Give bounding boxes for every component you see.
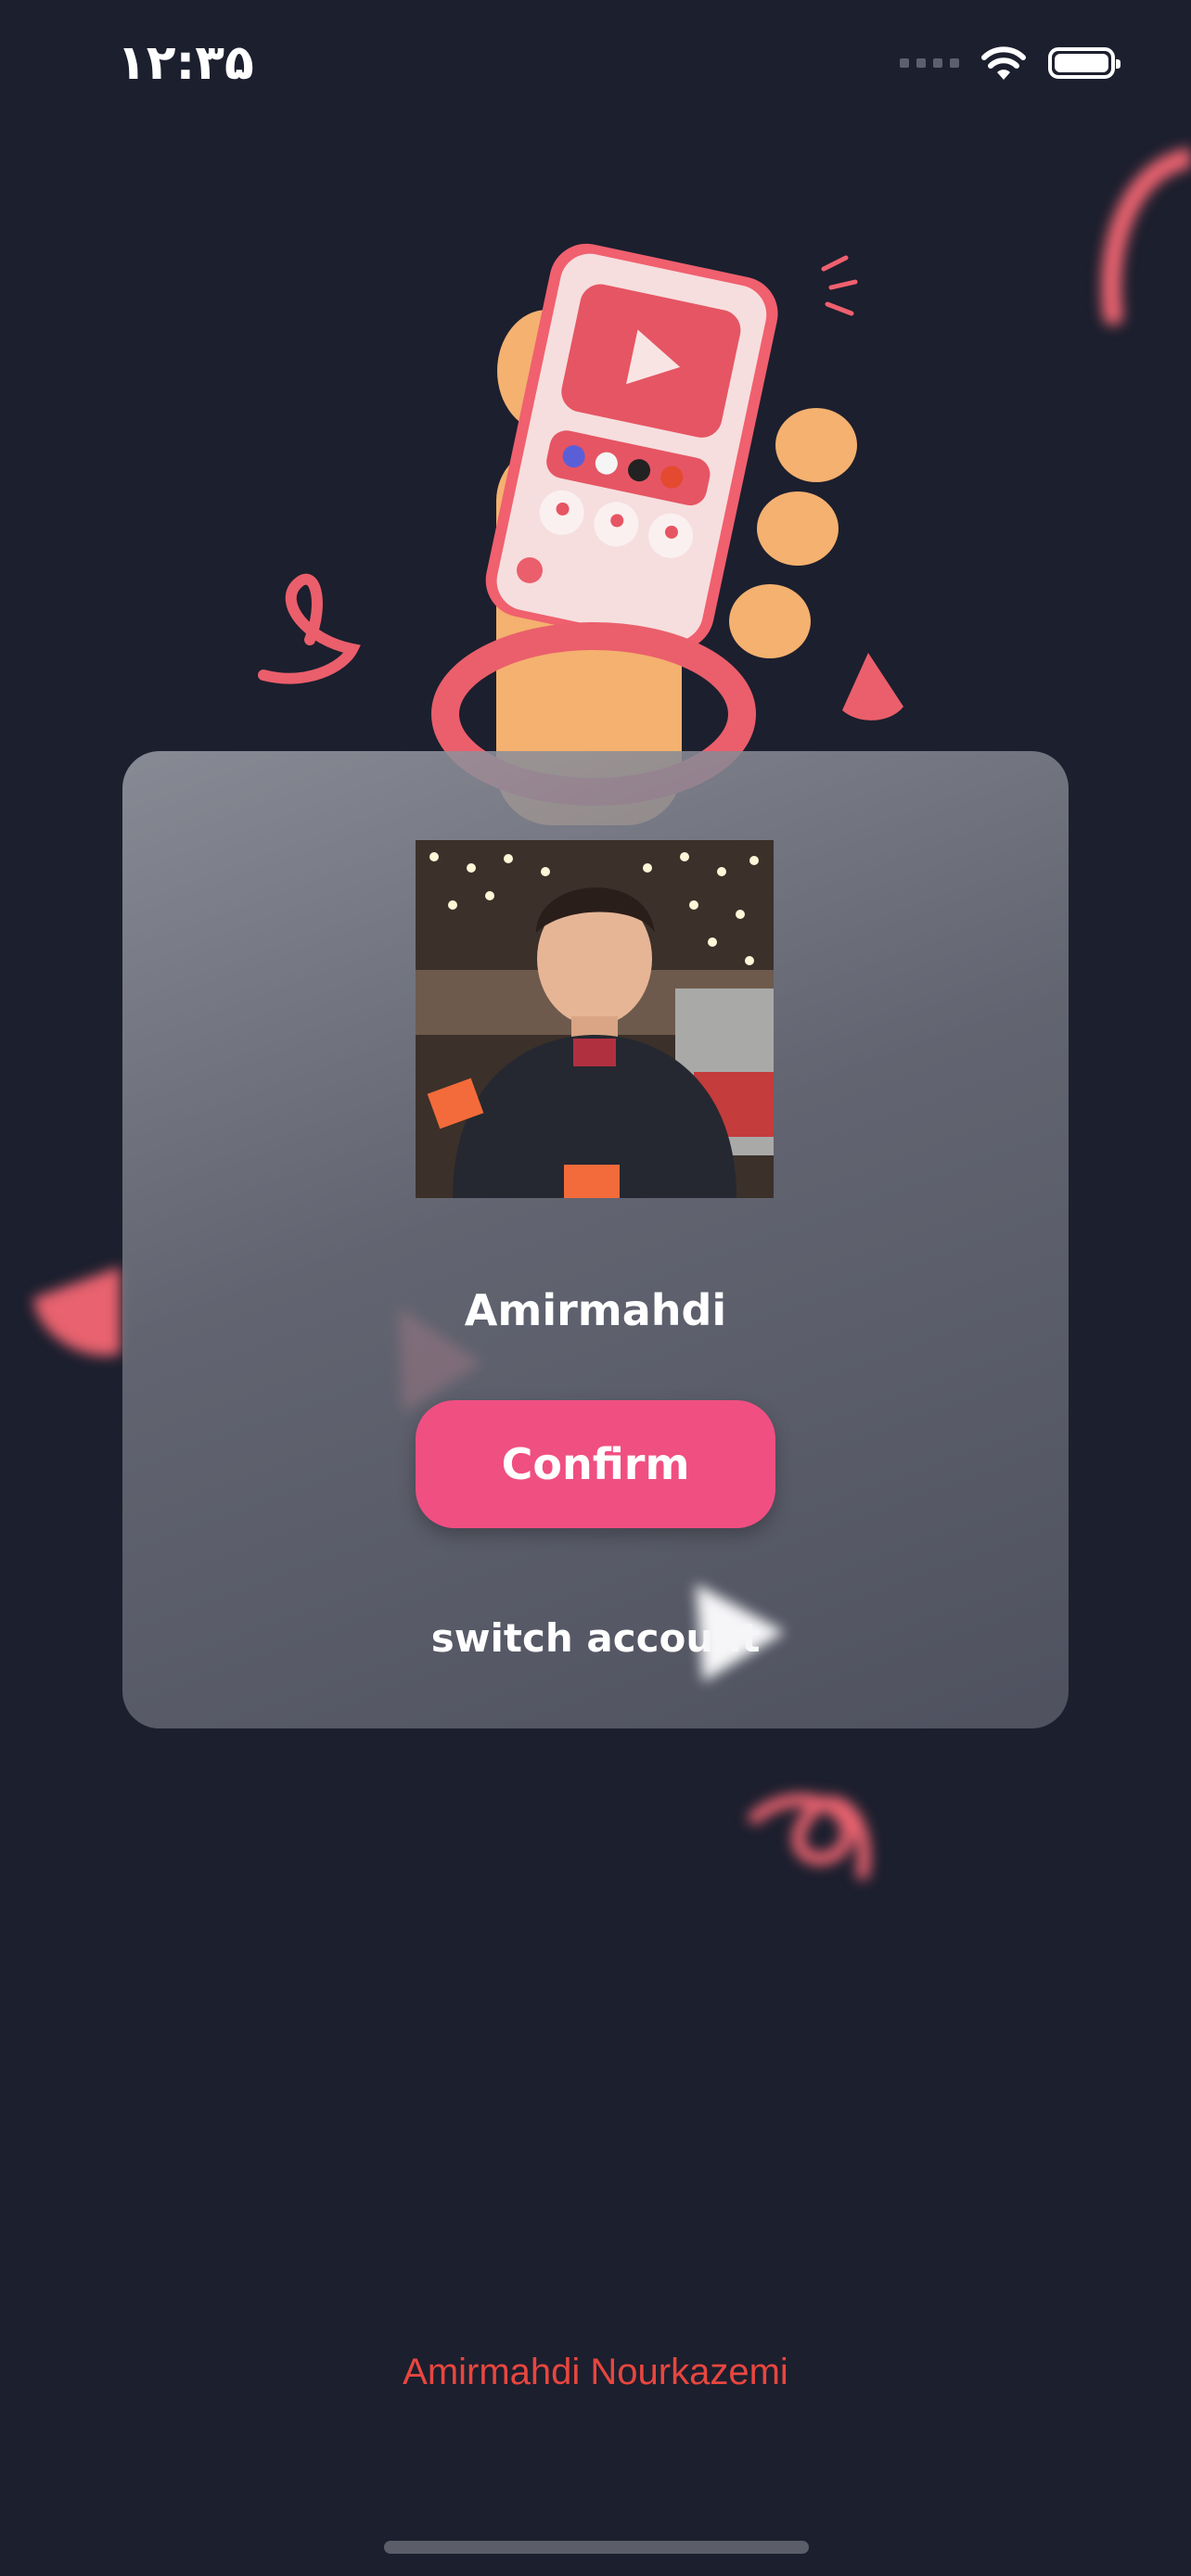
profile-name: Amirmahdi: [464, 1285, 727, 1335]
confetti-cone-right: [842, 653, 903, 721]
wifi-icon: [981, 46, 1026, 80]
confetti-swirl-left: [258, 573, 361, 684]
account-card: Amirmahdi Confirm switch account: [122, 751, 1069, 1728]
confetti-swirl-bottom: [749, 1793, 871, 1880]
home-indicator[interactable]: [384, 2541, 809, 2554]
profile-photo: [416, 840, 774, 1198]
author-credit: Amirmahdi Nourkazemi: [403, 2352, 788, 2392]
confetti-swirl-top-right: [1101, 147, 1191, 325]
switch-account-link[interactable]: switch account: [122, 1615, 1069, 1661]
confetti-cone-left: [33, 1267, 121, 1356]
phone-hand-illustration: [431, 243, 858, 825]
battery-icon: [1048, 47, 1121, 79]
status-time: ۱۲:۳۵: [117, 35, 254, 91]
confetti-cone-white: [696, 1584, 785, 1682]
confirm-button[interactable]: Confirm: [416, 1400, 775, 1528]
signal-icon: [900, 58, 959, 68]
status-indicators: [900, 45, 1121, 82]
